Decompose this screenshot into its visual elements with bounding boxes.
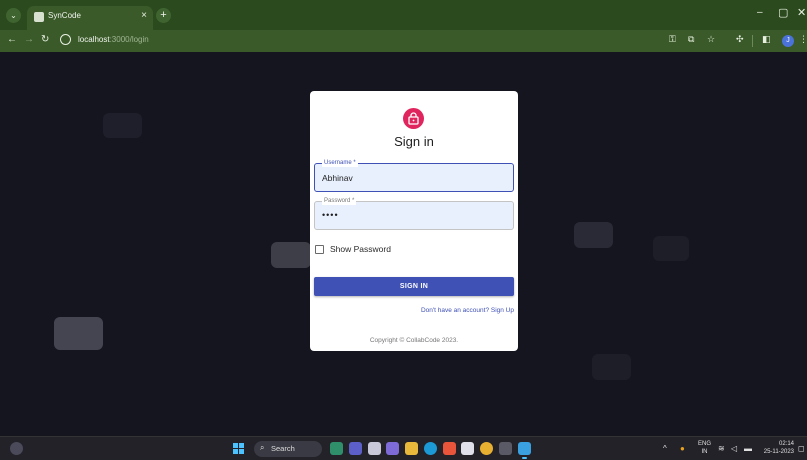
address-bar[interactable]: localhost:3000/login [78,35,149,44]
minimize-button[interactable]: – [757,7,763,18]
sign-up-link[interactable]: Don't have an account? Sign Up [421,307,514,314]
toolbar-divider [752,35,753,47]
profile-icon[interactable]: J [782,35,794,47]
media-icon[interactable] [368,442,381,455]
maximize-button[interactable]: ▢ [778,6,788,19]
background-square [103,113,142,138]
site-info-icon[interactable] [60,34,71,45]
browser-toolbar: ← → ↻ localhost:3000/login ⚿ ⧉ ☆ ✣ ◧ J ⋮ [0,30,807,52]
password-label: Password * [322,197,357,205]
username-field[interactable]: Username * [314,159,514,192]
forward-button[interactable]: → [24,34,34,45]
terminal-icon[interactable] [499,442,512,455]
weather-icon[interactable] [10,442,23,455]
tab-close-icon[interactable]: × [141,10,147,21]
store-icon[interactable] [461,442,474,455]
taskbar-search[interactable]: ⌕ Search [254,441,322,457]
close-window-button[interactable]: ✕ [797,6,806,19]
extensions-icon[interactable]: ✣ [736,34,744,45]
lock-icon [403,108,424,129]
language-code: ENG [698,441,712,447]
tab-title: SynCode [48,11,81,20]
background-square [592,354,631,380]
clock[interactable]: 02:14 25-11-2023 [760,440,794,456]
login-page: Sign in Username * Password * •••• Show … [0,52,807,436]
taskbar: ⌕ Search ^ ● ENG IN ≋ ◁ ▬ 02:14 25-11-2023… [0,436,807,460]
brave-icon[interactable] [443,442,456,455]
teams-icon[interactable] [349,442,362,455]
file-manager-icon[interactable] [330,442,343,455]
favicon-icon [34,12,44,22]
username-label: Username * [322,159,358,167]
reload-button[interactable]: ↻ [41,34,49,45]
menu-icon[interactable]: ⋮ [799,34,807,45]
password-input[interactable]: •••• [322,210,502,220]
tab-search-icon[interactable]: ⌄ [6,8,21,23]
url-host: localhost [78,35,110,44]
search-placeholder: Search [271,444,295,453]
sidebar-icon[interactable]: ◧ [762,34,771,45]
clock-time: 02:14 [778,441,794,447]
browser-tab-bar: ⌄ SynCode × + – ▢ ✕ [0,0,807,30]
search-icon: ⌕ [260,443,265,452]
background-square [54,317,103,350]
show-password-label[interactable]: Show Password [330,244,391,254]
background-square [271,242,311,268]
tray-app-icon[interactable]: ● [680,444,685,453]
background-square [574,222,613,248]
background-square [653,236,689,261]
signin-card: Sign in Username * Password * •••• Show … [310,91,518,351]
show-password-checkbox[interactable] [315,245,324,254]
start-icon[interactable] [233,443,245,455]
star-icon[interactable]: ☆ [707,34,715,45]
region-code: IN [701,449,708,455]
language-indicator[interactable]: ENG IN [698,440,711,456]
chat-icon[interactable] [386,442,399,455]
sign-in-button[interactable]: SIGN IN [314,277,514,296]
copyright-text: Copyright © CollabCode 2023. [369,337,459,344]
clock-date: 25-11-2023 [763,449,794,455]
folder-icon[interactable] [405,442,418,455]
install-icon[interactable]: ⧉ [688,34,694,45]
new-tab-button[interactable]: + [156,8,171,23]
volume-icon[interactable]: ◁ [731,444,737,453]
wifi-icon[interactable]: ≋ [718,444,725,453]
browser-tab[interactable]: SynCode × [27,6,153,30]
page-title: Sign in [394,134,434,149]
password-field[interactable]: Password * •••• [314,197,514,230]
tray-chevron-icon[interactable]: ^ [663,444,667,453]
key-icon[interactable]: ⚿ [669,34,676,45]
chrome-icon[interactable] [480,442,493,455]
edge-icon[interactable] [424,442,437,455]
battery-icon[interactable]: ▬ [744,444,752,453]
back-button[interactable]: ← [7,34,17,45]
vscode-icon[interactable] [518,442,531,459]
url-path: :3000/login [109,35,149,44]
username-input[interactable] [322,173,502,183]
notification-icon[interactable]: ◻ [798,444,805,453]
